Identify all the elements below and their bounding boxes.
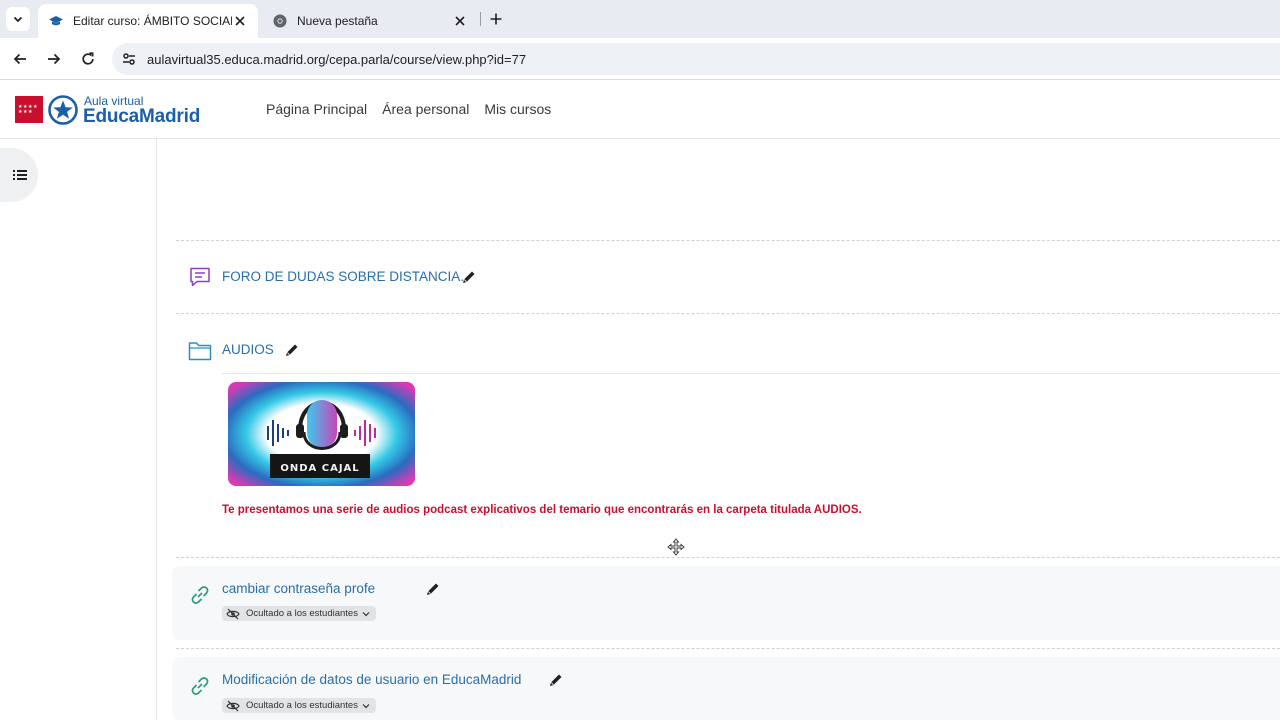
modificacion-datos-link[interactable]: Modificación de datos de usuario en Educ… bbox=[222, 672, 521, 687]
hidden-from-students-badge[interactable]: Ocultado a los estudiantes bbox=[222, 698, 376, 713]
move-cursor-icon bbox=[667, 538, 685, 556]
chevron-down-icon bbox=[362, 611, 370, 617]
back-button[interactable] bbox=[10, 49, 30, 69]
pencil-edit-icon[interactable] bbox=[548, 672, 564, 688]
flag-stars: ★★★★ ★★★ bbox=[18, 104, 38, 115]
site-settings-icon[interactable] bbox=[121, 51, 137, 67]
graduation-cap-icon bbox=[48, 13, 64, 29]
audios-description: Te presentamos una serie de audios podca… bbox=[222, 504, 862, 516]
chevron-down-icon bbox=[362, 703, 370, 709]
close-tab-icon[interactable] bbox=[232, 13, 248, 29]
activity-card-cambiar-contrasena bbox=[172, 566, 1280, 640]
forum-icon bbox=[190, 267, 210, 287]
browser-tab-strip: Editar curso: ÁMBITO SOCIAL N Nueva pest… bbox=[0, 0, 1280, 38]
cambiar-contrasena-link[interactable]: cambiar contraseña profe bbox=[222, 581, 375, 596]
educamadrid-star-logo[interactable] bbox=[48, 95, 78, 125]
section-separator bbox=[222, 373, 1280, 374]
list-icon bbox=[13, 170, 27, 180]
course-index-toggle[interactable] bbox=[0, 148, 38, 202]
activity-divider bbox=[176, 240, 1280, 241]
tab-editar-curso[interactable]: Editar curso: ÁMBITO SOCIAL N bbox=[38, 4, 258, 38]
chrome-icon bbox=[272, 13, 288, 29]
new-tab-button[interactable] bbox=[486, 9, 506, 29]
eye-slash-icon bbox=[226, 700, 240, 712]
folder-icon bbox=[188, 342, 212, 361]
badge-label: Ocultado a los estudiantes bbox=[246, 608, 358, 619]
pencil-edit-icon[interactable] bbox=[461, 269, 477, 285]
pencil-edit-icon[interactable] bbox=[284, 342, 300, 358]
browser-toolbar: aulavirtual35.educa.madrid.org/cepa.parl… bbox=[0, 38, 1280, 80]
plus-icon bbox=[490, 13, 502, 25]
forum-link[interactable]: FORO DE DUDAS SOBRE DISTANCIA. bbox=[222, 269, 464, 284]
arrow-right-icon bbox=[48, 53, 61, 65]
link-icon bbox=[191, 586, 209, 604]
badge-label: Ocultado a los estudiantes bbox=[246, 700, 358, 711]
nav-area-personal[interactable]: Área personal bbox=[382, 101, 469, 117]
arrow-left-icon bbox=[13, 53, 26, 65]
nav-mis-cursos[interactable]: Mis cursos bbox=[484, 101, 551, 117]
activity-divider bbox=[176, 557, 1280, 558]
close-tab-icon[interactable] bbox=[452, 13, 468, 29]
tab-title: Nueva pestaña bbox=[297, 14, 378, 28]
pencil-edit-icon[interactable] bbox=[425, 581, 441, 597]
podcast-image-text: ONDA CAJAL bbox=[280, 463, 359, 474]
nav-pagina-principal[interactable]: Página Principal bbox=[266, 101, 367, 117]
drawer-divider bbox=[156, 139, 157, 720]
tab-search-button[interactable] bbox=[6, 7, 30, 31]
site-header: ★★★★ ★★★ Aula virtual EducaMadrid Página … bbox=[0, 81, 1280, 139]
activity-divider bbox=[176, 648, 1280, 649]
forward-button[interactable] bbox=[44, 49, 64, 69]
tab-title: Editar curso: ÁMBITO SOCIAL N bbox=[73, 14, 232, 28]
primary-navigation: Página Principal Área personal Mis curso… bbox=[266, 101, 551, 117]
url-text: aulavirtual35.educa.madrid.org/cepa.parl… bbox=[147, 51, 527, 67]
reload-icon bbox=[82, 52, 94, 65]
activity-divider bbox=[176, 313, 1280, 314]
audios-folder-link[interactable]: AUDIOS bbox=[222, 342, 274, 357]
hidden-from-students-badge[interactable]: Ocultado a los estudiantes bbox=[222, 606, 376, 621]
brand-title[interactable]: EducaMadrid bbox=[83, 106, 200, 128]
tab-nueva-pestana[interactable]: Nueva pestaña bbox=[262, 4, 478, 38]
chevron-down-icon bbox=[13, 16, 23, 23]
comunidad-madrid-flag-logo[interactable]: ★★★★ ★★★ bbox=[15, 96, 43, 123]
address-bar[interactable]: aulavirtual35.educa.madrid.org/cepa.parl… bbox=[112, 43, 1280, 75]
tab-separator bbox=[480, 12, 481, 26]
link-icon bbox=[191, 677, 209, 695]
reload-button[interactable] bbox=[78, 49, 98, 69]
eye-slash-icon bbox=[226, 608, 240, 620]
onda-cajal-podcast-image: ONDA CAJAL bbox=[228, 382, 415, 486]
